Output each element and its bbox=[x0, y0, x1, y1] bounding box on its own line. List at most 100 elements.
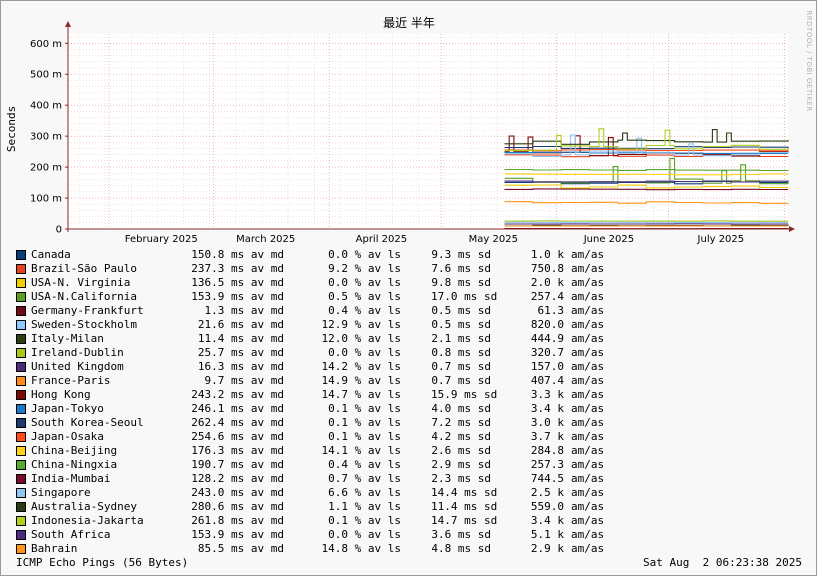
legend-sd: 9.8 ms sd bbox=[431, 276, 491, 289]
legend-am: 157.0 bbox=[530, 360, 564, 373]
legend-name: China-Ningxia bbox=[31, 458, 118, 471]
legend-unit: am/as bbox=[571, 430, 605, 443]
legend-name: Sweden-Stockholm bbox=[31, 318, 137, 331]
legend-swatch bbox=[16, 362, 26, 372]
legend-name: India-Mumbai bbox=[31, 472, 111, 485]
legend-name: South Africa bbox=[31, 528, 111, 541]
legend-unit: am/as bbox=[571, 402, 605, 415]
x-tick-label: March 2025 bbox=[236, 234, 295, 245]
legend-median: 246.1 ms av md bbox=[191, 402, 284, 415]
legend-sd: 0.7 ms sd bbox=[431, 374, 491, 387]
legend-unit: am/as bbox=[571, 346, 605, 359]
legend-row: France-Paris 9.7 ms av md 14.9 % av ls 0.7 … bbox=[16, 374, 816, 388]
legend-swatch bbox=[16, 404, 26, 414]
legend-row: China-Beijing 176.3 ms av md 14.1 % av ls 2… bbox=[16, 444, 816, 458]
legend-row: Sweden-Stockholm 21.6 ms av md 12.9 % av l… bbox=[16, 318, 816, 332]
legend-median: 153.9 ms av md bbox=[191, 528, 284, 541]
legend-am: 750.8 bbox=[530, 262, 564, 275]
legend-name: China-Beijing bbox=[31, 444, 118, 457]
legend-loss: 0.0 % av ls bbox=[328, 248, 401, 261]
legend-name: USA-N. Virginia bbox=[31, 276, 131, 289]
legend-row: Canada 150.8 ms av md 0.0 % av ls 9.3 ms sd… bbox=[16, 248, 816, 262]
legend-unit: am/as bbox=[571, 304, 605, 317]
legend-swatch bbox=[16, 264, 26, 274]
legend-median: 280.6 ms av md bbox=[191, 500, 284, 513]
legend-am: 257.3 bbox=[530, 458, 564, 471]
legend-am: 5.1 k bbox=[530, 528, 564, 541]
legend-am: 3.7 k bbox=[530, 430, 564, 443]
legend-loss: 0.0 % av ls bbox=[328, 276, 401, 289]
legend-loss: 0.7 % av ls bbox=[328, 472, 401, 485]
legend-am: 284.8 bbox=[530, 444, 564, 457]
legend-sd: 0.5 ms sd bbox=[431, 318, 491, 331]
legend-loss: 0.1 % av ls bbox=[328, 402, 401, 415]
legend-loss: 0.5 % av ls bbox=[328, 290, 401, 303]
legend-unit: am/as bbox=[571, 514, 605, 527]
legend-sd: 2.3 ms sd bbox=[431, 472, 491, 485]
legend-swatch bbox=[16, 348, 26, 358]
legend-row: Germany-Frankfurt 1.3 ms av md 0.4 % av ls… bbox=[16, 304, 816, 318]
legend-sd: 11.4 ms sd bbox=[431, 500, 498, 513]
legend-am: 2.9 k bbox=[530, 542, 564, 555]
legend-median: 262.4 ms av md bbox=[191, 416, 284, 429]
legend-swatch bbox=[16, 250, 26, 260]
legend-unit: am/as bbox=[571, 374, 605, 387]
legend-unit: am/as bbox=[571, 528, 605, 541]
legend-loss: 14.8 % av ls bbox=[321, 542, 401, 555]
legend-loss: 0.0 % av ls bbox=[328, 346, 401, 359]
legend-median: 16.3 ms av md bbox=[197, 360, 284, 373]
legend-row: Australia-Sydney 280.6 ms av md 1.1 % av l… bbox=[16, 500, 816, 514]
legend-row: United Kingdom 16.3 ms av md 14.2 % av ls 0… bbox=[16, 360, 816, 374]
legend-name: South Korea-Seoul bbox=[31, 416, 144, 429]
legend-am: 744.5 bbox=[530, 472, 564, 485]
legend-loss: 1.1 % av ls bbox=[328, 500, 401, 513]
legend-loss: 0.4 % av ls bbox=[328, 304, 401, 317]
legend-median: 1.3 ms av md bbox=[204, 304, 284, 317]
legend-median: 85.5 ms av md bbox=[197, 542, 284, 555]
legend-sd: 2.1 ms sd bbox=[431, 332, 491, 345]
legend-sd: 0.7 ms sd bbox=[431, 360, 491, 373]
legend-am: 3.4 k bbox=[530, 402, 564, 415]
legend-row: USA-N.California 153.9 ms av md 0.5 % av l… bbox=[16, 290, 816, 304]
legend-swatch bbox=[16, 418, 26, 428]
legend-am: 444.9 bbox=[530, 332, 564, 345]
legend-swatch bbox=[16, 544, 26, 554]
legend-median: 128.2 ms av md bbox=[191, 472, 284, 485]
x-tick-label: May 2025 bbox=[469, 234, 518, 245]
legend-row: Bahrain 85.5 ms av md 14.8 % av ls 4.8 ms s… bbox=[16, 542, 816, 556]
legend-row: South Africa 153.9 ms av md 0.0 % av ls 3.6… bbox=[16, 528, 816, 542]
legend-median: 261.8 ms av md bbox=[191, 514, 284, 527]
legend-row: Japan-Osaka 254.6 ms av md 0.1 % av ls 4.2 … bbox=[16, 430, 816, 444]
legend-name: Canada bbox=[31, 248, 71, 261]
legend-median: 150.8 ms av md bbox=[191, 248, 284, 261]
legend-unit: am/as bbox=[571, 542, 605, 555]
legend-name: USA-N.California bbox=[31, 290, 137, 303]
legend-unit: am/as bbox=[571, 318, 605, 331]
legend-row: Japan-Tokyo 246.1 ms av md 0.1 % av ls 4.0 … bbox=[16, 402, 816, 416]
legend-loss: 9.2 % av ls bbox=[328, 262, 401, 275]
legend-sd: 14.7 ms sd bbox=[431, 514, 498, 527]
legend-name: Ireland-Dublin bbox=[31, 346, 124, 359]
legend-median: 25.7 ms av md bbox=[197, 346, 284, 359]
legend-sd: 0.5 ms sd bbox=[431, 304, 491, 317]
x-tick-label: April 2025 bbox=[356, 234, 407, 245]
legend-row: Hong Kong 243.2 ms av md 14.7 % av ls 15.9 … bbox=[16, 388, 816, 402]
legend-am: 61.3 bbox=[537, 304, 565, 317]
legend-median: 136.5 ms av md bbox=[191, 276, 284, 289]
legend-am: 407.4 bbox=[530, 374, 564, 387]
legend-median: 190.7 ms av md bbox=[191, 458, 284, 471]
legend-am: 257.4 bbox=[530, 290, 564, 303]
legend-loss: 12.0 % av ls bbox=[321, 332, 401, 345]
y-tick-label: 0 bbox=[56, 225, 62, 236]
legend-name: United Kingdom bbox=[31, 360, 124, 373]
legend: Canada 150.8 ms av md 0.0 % av ls 9.3 ms sd… bbox=[16, 248, 816, 556]
legend-swatch bbox=[16, 474, 26, 484]
legend-am: 820.0 bbox=[530, 318, 564, 331]
legend-median: 243.0 ms av md bbox=[191, 486, 284, 499]
legend-loss: 0.0 % av ls bbox=[328, 528, 401, 541]
legend-name: Germany-Frankfurt bbox=[31, 304, 144, 317]
legend-sd: 7.2 ms sd bbox=[431, 416, 491, 429]
series-line bbox=[504, 173, 789, 176]
legend-sd: 9.3 ms sd bbox=[431, 248, 491, 261]
legend-am: 559.0 bbox=[530, 500, 564, 513]
